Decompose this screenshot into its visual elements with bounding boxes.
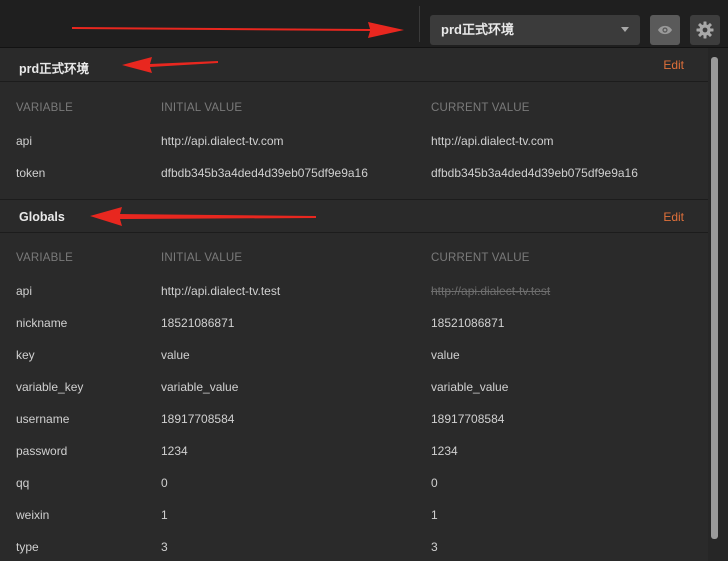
initial-value: http://api.dialect-tv.test (161, 284, 281, 298)
initial-value: dfbdb345b3a4ded4d39eb075df9e9a16 (161, 166, 368, 180)
globals-edit-link[interactable]: Edit (663, 210, 684, 224)
current-value: 1234 (431, 444, 458, 458)
column-header-initial: INITIAL VALUE (161, 252, 243, 264)
variable-name: api (16, 134, 33, 148)
table-row: type 3 3 (0, 531, 708, 561)
initial-value: variable_value (161, 380, 239, 394)
variable-name: qq (16, 476, 30, 490)
initial-value: value (161, 348, 190, 362)
initial-value: 0 (161, 476, 168, 490)
initial-value: 18521086871 (161, 316, 235, 330)
initial-value: 1 (161, 508, 168, 522)
current-value: 18917708584 (431, 412, 505, 426)
initial-value: 1234 (161, 444, 188, 458)
current-value: 18521086871 (431, 316, 505, 330)
manage-environments-button[interactable] (690, 15, 720, 45)
globals-column-headers: VARIABLE INITIAL VALUE CURRENT VALUE (0, 243, 708, 275)
column-header-current: CURRENT VALUE (431, 102, 530, 114)
variable-name: password (16, 444, 68, 458)
table-row: api http://api.dialect-tv.com http://api… (0, 125, 708, 157)
current-value: variable_value (431, 380, 509, 394)
variable-name: type (16, 540, 39, 554)
toolbar-divider (419, 6, 420, 42)
table-row: variable_key variable_value variable_val… (0, 371, 708, 403)
column-header-variable: VARIABLE (16, 252, 73, 264)
top-bar: prd正式环境 (0, 0, 728, 48)
variable-name: api (16, 284, 33, 298)
eye-icon (658, 25, 672, 35)
variable-name: weixin (16, 508, 50, 522)
environment-section-header: prd正式环境 Edit (0, 48, 708, 82)
table-row: api http://api.dialect-tv.test http://ap… (0, 275, 708, 307)
current-value: http://api.dialect-tv.test (431, 284, 551, 298)
variable-name: nickname (16, 316, 68, 330)
environment-edit-link[interactable]: Edit (663, 58, 684, 72)
environment-name: prd正式环境 (19, 62, 90, 76)
environment-selector-value: prd正式环境 (441, 22, 514, 37)
table-row: username 18917708584 18917708584 (0, 403, 708, 435)
column-header-variable: VARIABLE (16, 102, 73, 114)
variable-name: username (16, 412, 70, 426)
table-row: nickname 18521086871 18521086871 (0, 307, 708, 339)
scrollbar-thumb[interactable] (711, 57, 718, 539)
variable-name: variable_key (16, 380, 84, 394)
table-row: token dfbdb345b3a4ded4d39eb075df9e9a16 d… (0, 157, 708, 189)
globals-section-header: Globals Edit (0, 199, 708, 233)
chevron-down-icon (621, 27, 629, 32)
column-header-initial: INITIAL VALUE (161, 102, 243, 114)
variable-name: key (16, 348, 35, 362)
quick-look-button[interactable] (650, 15, 680, 45)
current-value: dfbdb345b3a4ded4d39eb075df9e9a16 (431, 166, 638, 180)
environment-column-headers: VARIABLE INITIAL VALUE CURRENT VALUE (0, 93, 708, 125)
current-value: http://api.dialect-tv.com (431, 134, 554, 148)
table-row: qq 0 0 (0, 467, 708, 499)
column-header-current: CURRENT VALUE (431, 252, 530, 264)
current-value: 0 (431, 476, 438, 490)
initial-value: http://api.dialect-tv.com (161, 134, 284, 148)
current-value: 1 (431, 508, 438, 522)
current-value: 3 (431, 540, 438, 554)
globals-name: Globals (19, 210, 65, 224)
gear-icon (696, 21, 714, 39)
current-value: value (431, 348, 460, 362)
initial-value: 3 (161, 540, 168, 554)
table-row: password 1234 1234 (0, 435, 708, 467)
initial-value: 18917708584 (161, 412, 235, 426)
environment-quick-look-panel: prd正式环境 Edit VARIABLE INITIAL VALUE CURR… (0, 48, 708, 561)
environment-selector[interactable]: prd正式环境 (430, 15, 640, 45)
table-row: key value value (0, 339, 708, 371)
table-row: weixin 1 1 (0, 499, 708, 531)
variable-name: token (16, 166, 46, 180)
